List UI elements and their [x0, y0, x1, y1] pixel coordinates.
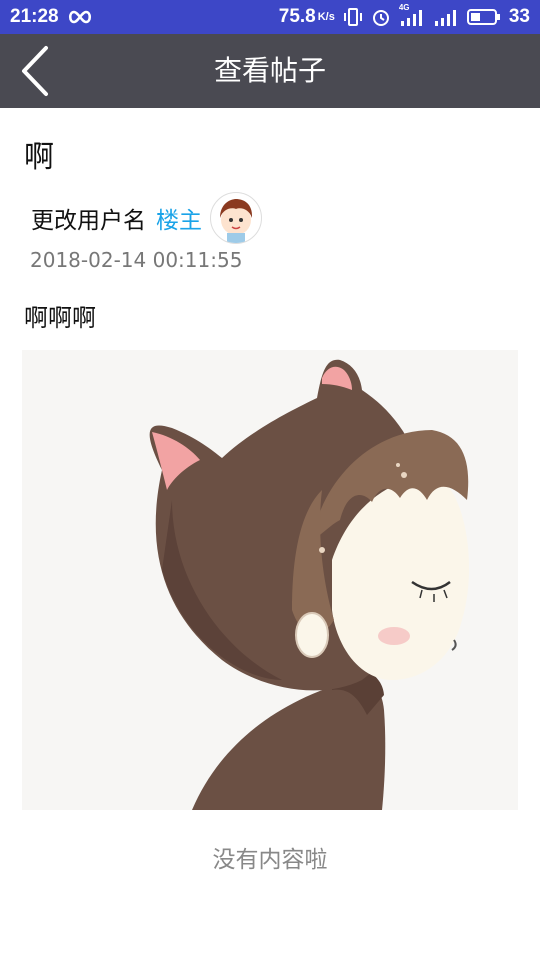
battery-icon: [466, 8, 501, 26]
post-body: 啊啊啊: [24, 304, 96, 332]
infinity-icon: [67, 10, 93, 24]
alarm-icon: [371, 7, 391, 27]
network-speed-unit: K/s: [317, 11, 335, 23]
status-bar: 21:28 75.8 K/s 4G 33: [0, 0, 540, 34]
no-more-content-text: 没有内容啦: [212, 847, 328, 873]
op-badge: 楼主: [156, 208, 202, 234]
post-image[interactable]: [22, 350, 518, 810]
title-bar: 查看帖子: [0, 34, 540, 108]
author-row: 更改用户名 楼主: [31, 192, 262, 244]
status-time: 21:28: [10, 6, 59, 27]
battery-level: 33: [508, 6, 530, 27]
network-speed: 75.8: [278, 6, 316, 27]
post-timestamp: 2018-02-14 00:11:55: [30, 248, 243, 272]
vibrate-icon: [343, 7, 363, 27]
page-title: 查看帖子: [213, 54, 326, 87]
avatar[interactable]: [210, 192, 262, 244]
author-name[interactable]: 更改用户名: [31, 201, 146, 235]
signal-icon: [433, 7, 459, 27]
signal-4g-icon: 4G: [399, 3, 425, 27]
post-title: 啊: [24, 140, 54, 175]
